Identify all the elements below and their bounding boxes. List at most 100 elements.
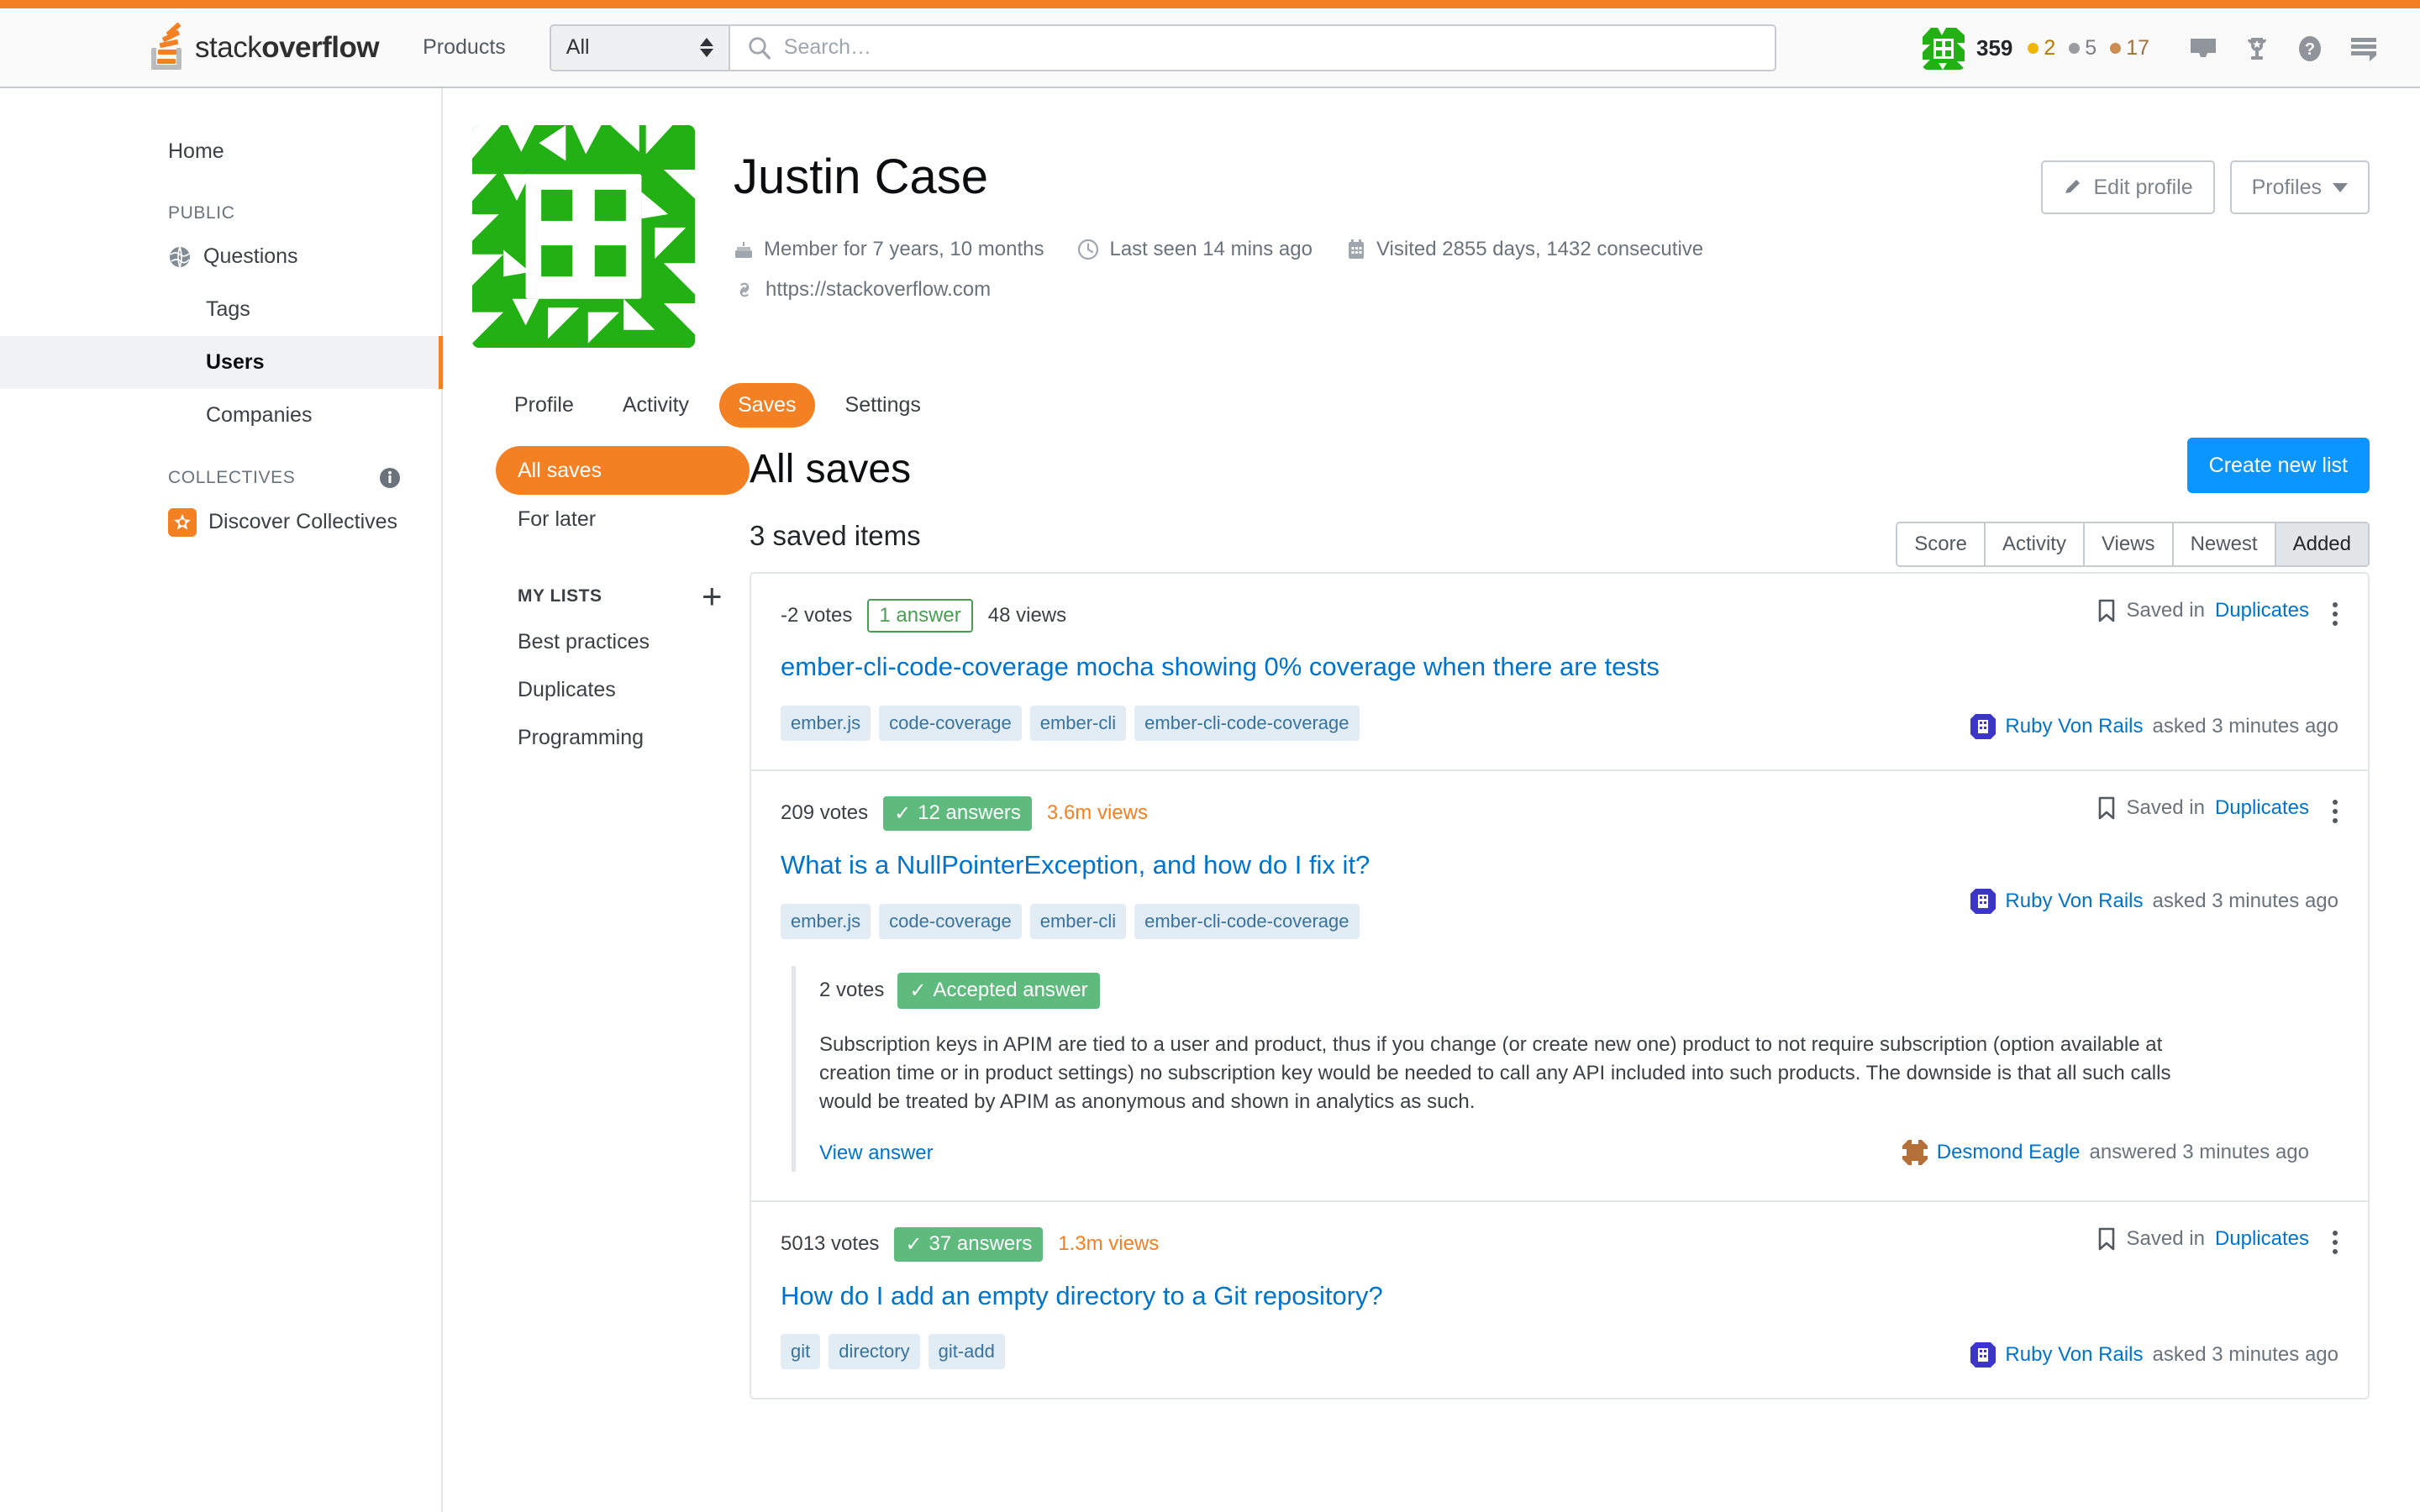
table-row: 209 votes ✓ 12 answers 3.6m views Saved … bbox=[751, 771, 2368, 1202]
bookmark-icon bbox=[2096, 1227, 2117, 1251]
help-icon[interactable]: ? bbox=[2296, 34, 2324, 63]
bronze-badge-count[interactable]: 17 bbox=[2110, 36, 2149, 60]
sidebar-item-label: Home bbox=[168, 139, 224, 163]
answer-excerpt: Subscription keys in APIM are tied to a … bbox=[819, 1032, 2171, 1113]
tag[interactable]: git bbox=[781, 1334, 821, 1370]
profile-info: Justin Case Member for 7 years, 10 month… bbox=[734, 125, 2370, 348]
avatar[interactable] bbox=[1902, 1139, 1928, 1165]
views-count: 1.3m views bbox=[1058, 1232, 1160, 1256]
avatar[interactable] bbox=[1970, 713, 1996, 739]
plus-icon[interactable]: + bbox=[702, 578, 723, 613]
profiles-dropdown-button[interactable]: Profiles bbox=[2229, 160, 2370, 214]
inbox-icon[interactable] bbox=[2188, 36, 2218, 61]
logo-text: stackoverflow bbox=[195, 31, 380, 65]
view-answer-link[interactable]: View answer bbox=[819, 1142, 934, 1165]
tab-settings[interactable]: Settings bbox=[827, 383, 939, 428]
tag[interactable]: git-add bbox=[928, 1334, 1005, 1370]
tag[interactable]: ember-cli bbox=[1029, 705, 1127, 741]
asker-info: Ruby Von Rails asked 3 minutes ago bbox=[1970, 1342, 2338, 1368]
current-user-avatar[interactable] bbox=[1922, 27, 1965, 70]
create-new-list-button[interactable]: Create new list bbox=[2186, 438, 2370, 493]
sort-newest[interactable]: Newest bbox=[2173, 523, 2276, 565]
saves-nav-all-saves[interactable]: All saves bbox=[496, 446, 750, 495]
sort-added[interactable]: Added bbox=[2275, 523, 2368, 565]
tag[interactable]: ember-cli-code-coverage bbox=[1134, 903, 1360, 939]
my-lists-heading: MY LISTS + bbox=[496, 578, 750, 613]
asker-name[interactable]: Ruby Von Rails bbox=[2005, 1343, 2143, 1367]
table-row: -2 votes 1 answer 48 views Saved in Dupl… bbox=[751, 574, 2368, 771]
sidebar-item-discover-collectives[interactable]: Discover Collectives bbox=[0, 496, 441, 549]
accepted-answer-block: 2 votes ✓ Accepted answer Subscription k… bbox=[792, 965, 2338, 1172]
tag[interactable]: ember.js bbox=[781, 903, 871, 939]
accepted-answer-label: Accepted answer bbox=[933, 979, 1088, 1001]
search-scope-select[interactable]: All bbox=[550, 25, 730, 70]
member-for-text: Member for 7 years, 10 months bbox=[764, 237, 1044, 260]
tag[interactable]: code-coverage bbox=[879, 903, 1022, 939]
tab-activity[interactable]: Activity bbox=[604, 383, 708, 428]
tag[interactable]: ember-cli bbox=[1029, 903, 1127, 939]
asker-info: Ruby Von Rails asked 3 minutes ago bbox=[1970, 888, 2338, 914]
tag[interactable]: ember.js bbox=[781, 705, 871, 741]
answers-count: 12 answers bbox=[918, 801, 1021, 825]
products-link[interactable]: Products bbox=[423, 35, 506, 60]
info-icon[interactable] bbox=[379, 467, 401, 489]
card-options-menu-icon[interactable] bbox=[2328, 795, 2343, 828]
gold-badge-count[interactable]: 2 bbox=[2028, 36, 2055, 60]
sidebar-heading-label: COLLECTIVES bbox=[168, 468, 296, 487]
list-item[interactable]: Duplicates bbox=[496, 666, 750, 714]
asked-time: asked 3 minutes ago bbox=[2152, 1343, 2338, 1367]
search-input[interactable]: Search… bbox=[784, 35, 871, 60]
edit-profile-button[interactable]: Edit profile bbox=[2040, 160, 2215, 214]
tab-saves[interactable]: Saves bbox=[719, 383, 815, 428]
question-title-link[interactable]: ember-cli-code-coverage mocha showing 0%… bbox=[781, 651, 2338, 684]
website-stat[interactable]: https://stackoverflow.com bbox=[734, 278, 991, 302]
asker-name[interactable]: Ruby Von Rails bbox=[2005, 715, 2143, 738]
card-options-menu-icon[interactable] bbox=[2328, 1226, 2343, 1259]
sort-activity[interactable]: Activity bbox=[1985, 523, 2085, 565]
my-lists-label: MY LISTS bbox=[518, 585, 602, 606]
answerer-name[interactable]: Desmond Eagle bbox=[1937, 1141, 2081, 1164]
silver-badge-count[interactable]: 5 bbox=[2069, 36, 2096, 60]
saved-in-prefix: Saved in bbox=[2126, 795, 2205, 819]
question-title-link[interactable]: How do I add an empty directory to a Git… bbox=[781, 1280, 2338, 1313]
trophy-icon[interactable] bbox=[2244, 35, 2270, 62]
sidebar-item-tags[interactable]: Tags bbox=[0, 283, 441, 336]
left-sidebar: Home PUBLIC Questions Tags Users Compani… bbox=[0, 88, 443, 1512]
sidebar-item-users[interactable]: Users bbox=[0, 336, 443, 389]
saved-in-list-link[interactable]: Duplicates bbox=[2215, 1227, 2309, 1251]
sidebar-item-home[interactable]: Home bbox=[0, 125, 441, 178]
visited-text: Visited 2855 days, 1432 consecutive bbox=[1376, 237, 1704, 260]
sidebar-item-companies[interactable]: Companies bbox=[0, 389, 441, 442]
answers-count: 37 answers bbox=[929, 1232, 1033, 1256]
tag[interactable]: ember-cli-code-coverage bbox=[1134, 705, 1360, 741]
saves-nav-for-later[interactable]: For later bbox=[496, 495, 750, 543]
reputation-count: 359 bbox=[1975, 35, 2013, 60]
tab-profile[interactable]: Profile bbox=[496, 383, 592, 428]
list-item[interactable]: Best practices bbox=[496, 618, 750, 666]
sidebar-item-questions[interactable]: Questions bbox=[0, 230, 441, 283]
saves-panel: All saves Create new list 3 saved items … bbox=[750, 438, 2420, 1400]
search-bar[interactable]: All Search… bbox=[549, 24, 1776, 71]
sidebar-item-label: Companies bbox=[206, 403, 313, 427]
stackoverflow-logo[interactable]: stackoverflow bbox=[151, 21, 380, 70]
answers-badge: 1 answer bbox=[867, 599, 973, 633]
sort-score[interactable]: Score bbox=[1897, 523, 1986, 565]
card-options-menu-icon[interactable] bbox=[2328, 597, 2343, 631]
saved-in-list-link[interactable]: Duplicates bbox=[2215, 796, 2309, 820]
list-item[interactable]: Programming bbox=[496, 714, 750, 762]
profile-action-buttons: Edit profile Profiles bbox=[2040, 160, 2370, 214]
link-icon bbox=[734, 279, 755, 301]
tag[interactable]: code-coverage bbox=[879, 705, 1022, 741]
avatar[interactable] bbox=[1970, 888, 1996, 914]
saved-in-list-link[interactable]: Duplicates bbox=[2215, 599, 2309, 622]
sort-views[interactable]: Views bbox=[2084, 523, 2174, 565]
tag[interactable]: directory bbox=[829, 1334, 920, 1370]
question-title-link[interactable]: What is a NullPointerException, and how … bbox=[781, 849, 2338, 882]
avatar[interactable] bbox=[1970, 1342, 1996, 1368]
answers-badge: ✓ 37 answers bbox=[894, 1226, 1044, 1262]
hamburger-icon[interactable] bbox=[2349, 35, 2378, 62]
check-icon: ✓ bbox=[905, 1232, 923, 1256]
profile-avatar[interactable] bbox=[472, 125, 695, 348]
asker-name[interactable]: Ruby Von Rails bbox=[2005, 890, 2143, 913]
sidebar-item-label: Discover Collectives bbox=[208, 510, 398, 533]
